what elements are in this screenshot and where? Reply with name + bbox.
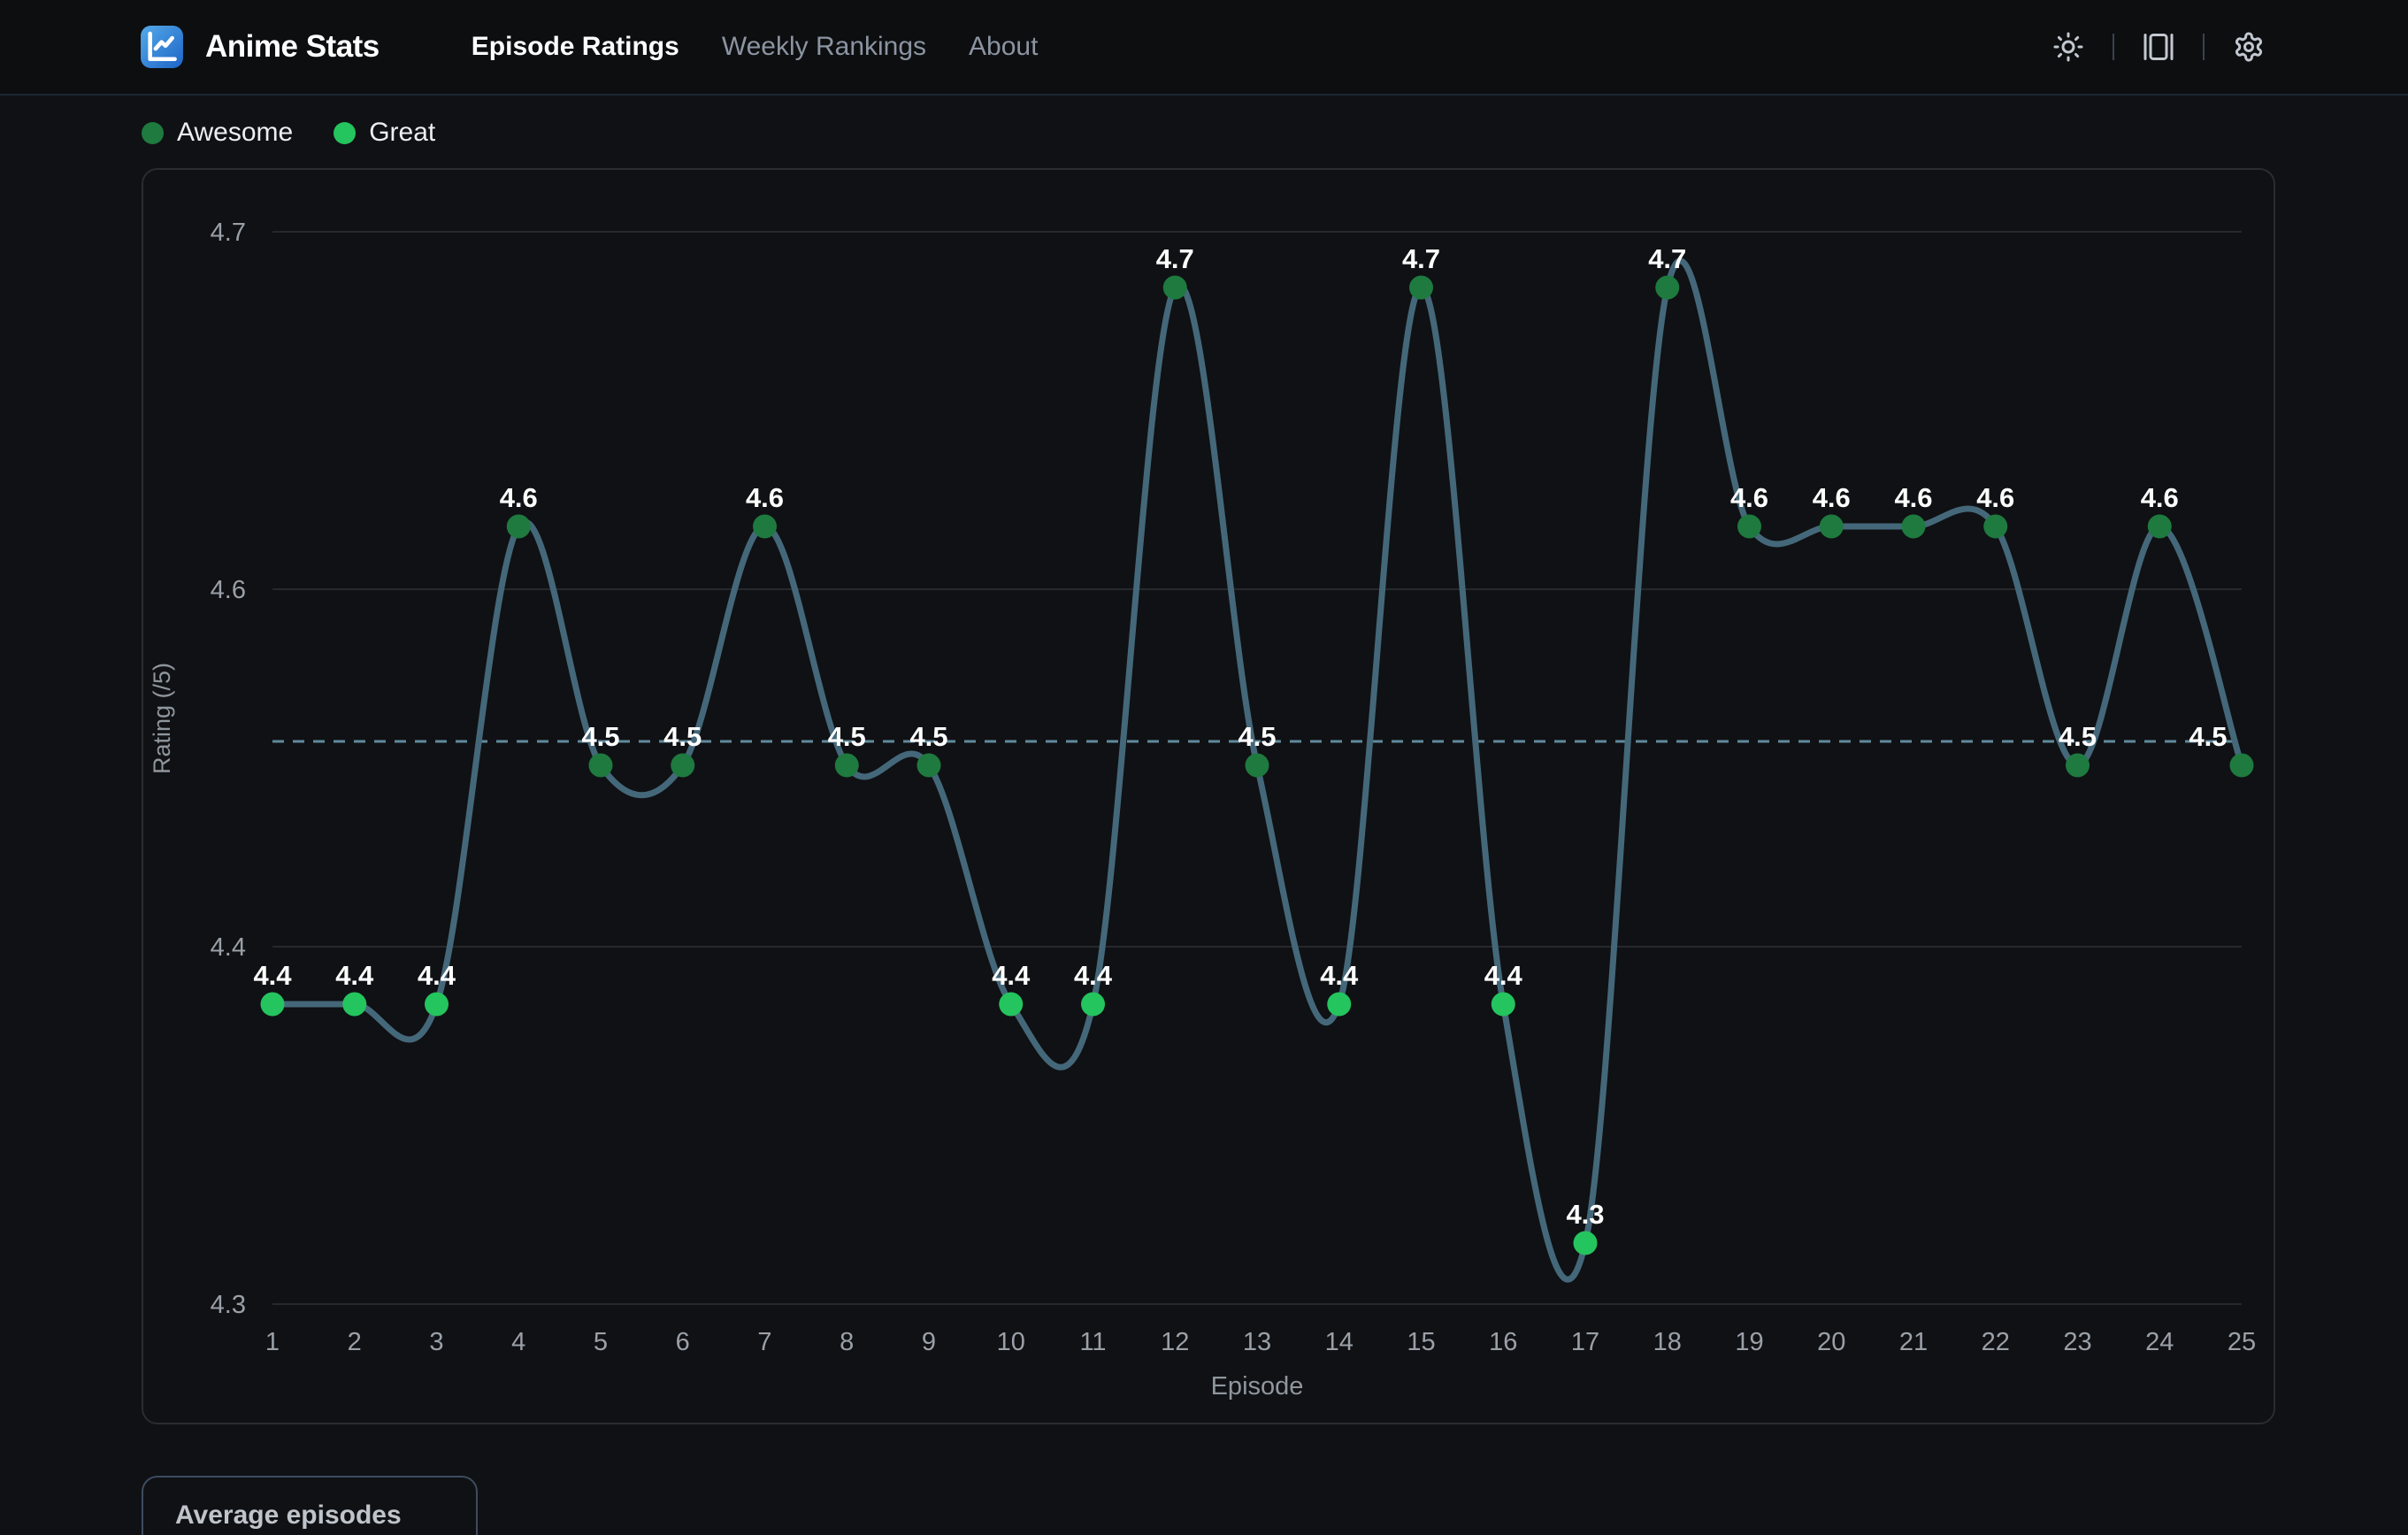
chart-legend: Awesome Great [142, 111, 2408, 154]
theme-toggle-button[interactable] [2049, 27, 2088, 66]
data-point-ep-6[interactable] [671, 754, 694, 778]
data-point-ep-23[interactable] [2066, 754, 2090, 778]
data-point-ep-25[interactable] [2230, 754, 2254, 778]
legend-label: Awesome [177, 118, 293, 148]
nav-item-episode-ratings[interactable]: Episode Ratings [472, 32, 679, 62]
app-title: Anime Stats [205, 29, 380, 65]
legend-item-awesome[interactable]: Awesome [142, 118, 293, 148]
app-header: Anime Stats Episode Ratings Weekly Rankin… [0, 0, 2408, 96]
view-switcher-button[interactable] [2139, 27, 2178, 66]
average-episodes-card: Average episodes 4.52 [142, 1476, 478, 1535]
data-point-ep-7[interactable] [753, 515, 777, 539]
settings-button[interactable] [2229, 27, 2268, 66]
main-nav: Episode Ratings Weekly Rankings About [472, 32, 1039, 62]
gallery-horizontal-icon [2143, 31, 2174, 63]
legend-label: Great [369, 118, 435, 148]
data-point-ep-24[interactable] [2148, 515, 2172, 539]
data-point-ep-22[interactable] [1983, 515, 2007, 539]
chart-card [142, 168, 2275, 1424]
data-point-ep-16[interactable] [1492, 993, 1515, 1017]
legend-dot-awesome [142, 122, 164, 144]
legend-dot-great [334, 122, 356, 144]
data-point-ep-20[interactable] [1820, 515, 1844, 539]
brand[interactable]: Anime Stats [140, 25, 380, 69]
data-point-ep-8[interactable] [835, 754, 859, 778]
average-episodes-title: Average episodes [175, 1500, 444, 1531]
data-point-ep-11[interactable] [1081, 993, 1105, 1017]
data-point-ep-18[interactable] [1655, 276, 1679, 300]
data-point-ep-19[interactable] [1737, 515, 1761, 539]
data-point-ep-21[interactable] [1902, 515, 1926, 539]
sun-icon [2052, 31, 2084, 63]
data-point-ep-3[interactable] [425, 993, 449, 1017]
data-point-ep-14[interactable] [1327, 993, 1351, 1017]
separator [2113, 34, 2114, 60]
app-logo-chart-icon [140, 25, 184, 69]
nav-item-about[interactable]: About [969, 32, 1038, 62]
data-point-ep-4[interactable] [507, 515, 531, 539]
data-point-ep-1[interactable] [261, 993, 285, 1017]
data-point-ep-17[interactable] [1574, 1232, 1598, 1255]
data-point-ep-15[interactable] [1409, 276, 1433, 300]
gear-icon [2233, 31, 2265, 63]
data-point-ep-5[interactable] [589, 754, 613, 778]
data-point-ep-10[interactable] [999, 993, 1023, 1017]
header-actions [2049, 27, 2268, 66]
data-point-ep-13[interactable] [1246, 754, 1269, 778]
data-point-ep-9[interactable] [917, 754, 941, 778]
legend-item-great[interactable]: Great [334, 118, 435, 148]
nav-item-weekly-rankings[interactable]: Weekly Rankings [722, 32, 926, 62]
separator [2203, 34, 2205, 60]
data-point-ep-12[interactable] [1163, 276, 1187, 300]
data-point-ep-2[interactable] [342, 993, 366, 1017]
